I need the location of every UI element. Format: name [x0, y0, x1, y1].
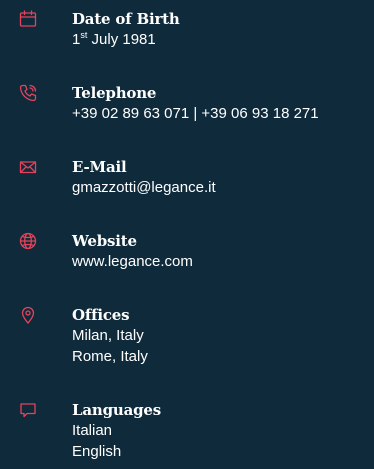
birth-text: Date of Birth 1st July 1981: [72, 9, 370, 50]
email-text: E-Mail gmazzotti@legance.it: [72, 157, 370, 198]
telephone-text: Telephone +39 02 89 63 071 | +39 06 93 1…: [72, 83, 370, 124]
contact-info-list: Date of Birth 1st July 1981 Telephone +3…: [0, 0, 374, 469]
envelope-icon: [18, 157, 38, 177]
language-english: English: [72, 443, 122, 460]
languages-text: Languages Italian English: [72, 400, 370, 462]
website-link[interactable]: www.legance.com: [72, 251, 370, 272]
email-link[interactable]: gmazzotti@legance.it: [72, 177, 370, 198]
offices-text: Offices Milan, Italy Rome, Italy: [72, 305, 370, 367]
map-pin-icon: [18, 305, 38, 325]
email-label: E-Mail: [72, 158, 127, 176]
languages-label: Languages: [72, 401, 161, 419]
telephone-value[interactable]: +39 02 89 63 071 | +39 06 93 18 271: [72, 103, 370, 124]
phone-icon: [18, 83, 38, 103]
offices-label: Offices: [72, 306, 130, 324]
birth-month-year: July 1981: [87, 31, 156, 48]
birth-label: Date of Birth: [72, 10, 180, 28]
website-label: Website: [72, 232, 137, 250]
website-text: Website www.legance.com: [72, 231, 370, 272]
language-italian: Italian: [72, 422, 113, 439]
office-milan: Milan, Italy: [72, 327, 144, 344]
birth-value: 1st July 1981: [72, 29, 370, 50]
office-rome: Rome, Italy: [72, 348, 148, 365]
calendar-icon: [18, 9, 38, 29]
telephone-label: Telephone: [72, 84, 157, 102]
chat-bubble-icon: [18, 400, 38, 420]
globe-icon: [18, 231, 38, 251]
